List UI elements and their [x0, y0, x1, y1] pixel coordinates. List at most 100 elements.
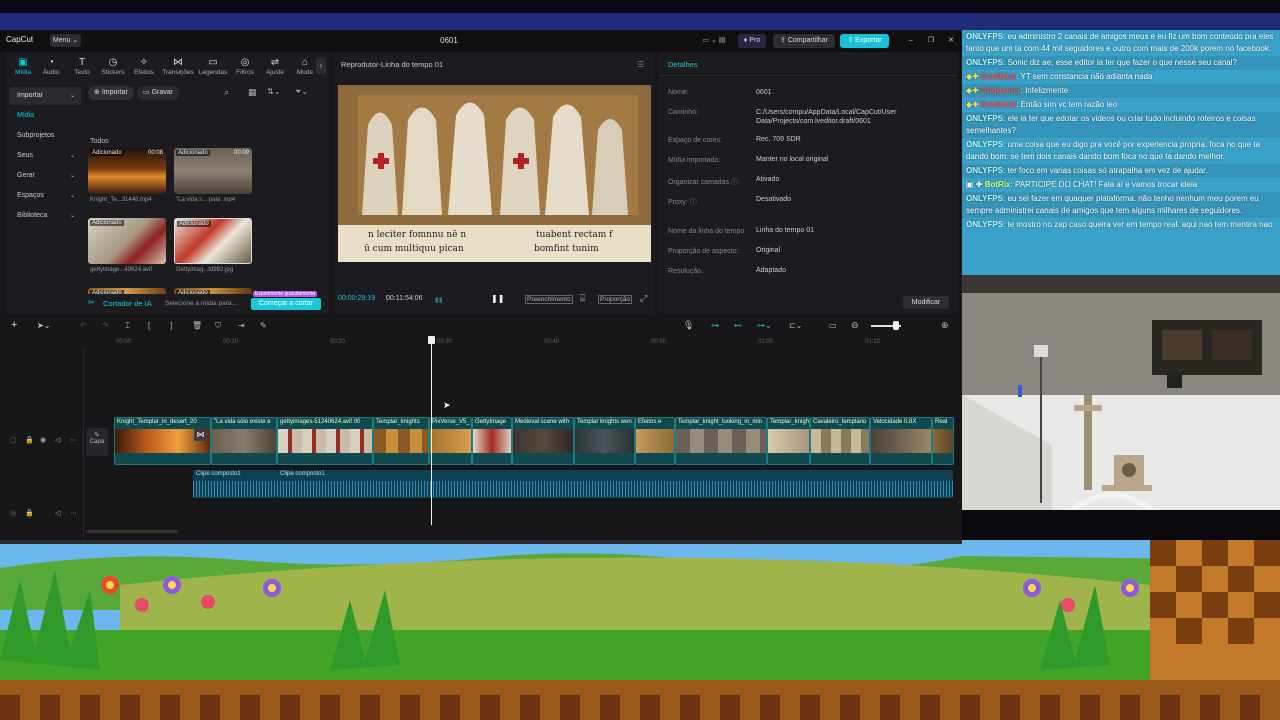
link-icon[interactable]: ⊷ — [734, 321, 742, 330]
more-icon[interactable]: ⋯ — [70, 436, 77, 444]
pause-icon[interactable]: ❚❚ — [491, 294, 504, 303]
audio-clip[interactable]: Clipe composto1 — [193, 470, 277, 498]
video-clip[interactable]: Cavaleiro_templário — [810, 417, 870, 465]
snap-icon[interactable]: ⊶⌄ — [757, 321, 772, 330]
eye-icon[interactable]: ◉ — [40, 436, 46, 444]
media-thumb-4[interactable]: Adicionado — [174, 218, 252, 264]
minimize-icon[interactable]: – — [905, 34, 917, 48]
video-clip[interactable]: Templar knights wen — [574, 417, 635, 465]
fill-button[interactable]: Preenchimento — [525, 295, 573, 304]
cover-button[interactable]: ✎ Capa — [86, 428, 108, 456]
layout-icon[interactable]: ▭ ⌄ ▤ — [694, 34, 734, 48]
chat-username: DanBatat — [981, 72, 1017, 81]
video-clip[interactable]: Efeitos e — [635, 417, 675, 465]
shield-icon[interactable]: ⛉ — [215, 321, 221, 331]
caption-toggle-icon[interactable]: ▭ — [829, 321, 837, 330]
maximize-icon[interactable]: ❐ — [925, 34, 937, 48]
timeline-scrollbar[interactable] — [86, 530, 178, 533]
start-cut-button[interactable]: Começar a cortar — [251, 298, 321, 310]
microphone-icon[interactable]: 🎙 — [683, 320, 694, 331]
zoom-slider-handle[interactable] — [893, 321, 899, 330]
menu-button[interactable]: Menu ⌄ — [50, 34, 81, 47]
tab-audio-label: Áudio — [42, 69, 60, 76]
video-clip[interactable]: Templar_knight_looking_in_min — [675, 417, 767, 465]
preview-axis-icon[interactable]: ⊏⌄ — [789, 321, 802, 330]
freeze-icon[interactable]: ⇥ — [238, 321, 245, 330]
redo-icon[interactable]: ↷ — [102, 321, 109, 330]
sidebar-item-media[interactable]: Mídia — [9, 107, 81, 125]
magnet-icon[interactable]: ⊶ — [711, 321, 719, 330]
detail-label-proxy: Proxy: ⓘ — [668, 199, 697, 206]
sidebar-item-import[interactable]: Importar ⌄ — [9, 87, 81, 105]
tab-text[interactable]: T Texto — [66, 56, 98, 82]
import-button[interactable]: ⊕ Importar — [88, 86, 134, 100]
media-thumb-1[interactable]: Adicionado 00:08 — [88, 148, 166, 194]
sort-icon[interactable]: ⇅⌄ — [267, 87, 280, 96]
video-clip[interactable]: Velocidade 0.8X — [870, 417, 932, 465]
mute-icon[interactable]: ◁ — [55, 509, 60, 517]
playhead-handle[interactable] — [428, 336, 435, 344]
fullscreen-icon[interactable]: ⤢ — [640, 293, 647, 304]
record-button[interactable]: ▭ Gravar — [137, 86, 179, 100]
video-clip[interactable]: Templar_knights — [373, 417, 429, 465]
share-button[interactable]: ⇪ Compartilhar — [773, 34, 835, 48]
video-clip[interactable]: GettyImage — [472, 417, 512, 465]
tab-filters[interactable]: ◎ Filtros — [229, 56, 261, 82]
playhead[interactable] — [431, 337, 432, 525]
delete-icon[interactable]: 🗑 — [192, 321, 202, 330]
video-clip[interactable]: Medieval scene with — [512, 417, 574, 465]
audio-clip-label: Clipe composto1 — [196, 471, 241, 477]
lock-icon[interactable]: 🔒 — [25, 509, 34, 517]
search-icon[interactable]: ⌕ — [224, 87, 229, 98]
track-select-icon[interactable]: ▢ — [10, 436, 17, 444]
video-preview[interactable]: n leciter fomnnu nē n ū cum multiquu pic… — [338, 85, 651, 262]
audio-clip[interactable]: Clipe composto1 — [277, 470, 953, 498]
export-button[interactable]: ⇧ Exportar — [840, 34, 889, 48]
media-thumb-2[interactable]: Adicionado 00:09 — [174, 148, 252, 194]
sidebar-item-spaces[interactable]: Espaços ⌄ — [9, 187, 81, 205]
filter-icon[interactable]: ⏷⌄ — [295, 87, 308, 97]
zoom-in-icon[interactable]: ⊕ — [941, 320, 949, 331]
modify-button[interactable]: Modificar — [903, 296, 949, 309]
ratio-button[interactable]: Proporção — [598, 295, 632, 304]
sidebar-item-yours[interactable]: Seus ⌄ — [9, 147, 81, 165]
video-clip[interactable]: Real — [932, 417, 954, 465]
sidebar-item-subprojects[interactable]: Subprojetos — [9, 127, 81, 145]
screenshot-icon[interactable]: ⌻ — [580, 293, 585, 304]
tab-transitions[interactable]: ⋈ Transições — [162, 56, 194, 82]
video-clip[interactable]: "La vida sólo existe e — [211, 417, 277, 465]
player-menu-icon[interactable]: ☰ — [637, 60, 644, 69]
tab-effects[interactable]: ✧ Efeitos — [128, 56, 160, 82]
select-tool-icon[interactable]: ➤⌄ — [37, 321, 50, 330]
tab-stickers[interactable]: ◷ Stickers — [97, 56, 129, 82]
mute-icon[interactable]: ◁ — [55, 436, 60, 444]
tabs-next-icon[interactable]: › — [316, 58, 326, 74]
tab-audio[interactable]: ◔ Áudio — [35, 56, 67, 82]
lock-icon[interactable]: 🔒 — [25, 436, 34, 444]
zoom-out-icon[interactable]: ⊖ — [851, 320, 859, 331]
tab-captions[interactable]: ▭ Legendas — [197, 56, 229, 82]
undo-icon[interactable]: ↶ — [80, 321, 87, 330]
pro-button[interactable]: ♦ Pro — [738, 34, 766, 48]
trim-right-icon[interactable]: ] — [170, 321, 172, 330]
trim-left-icon[interactable]: [ — [148, 321, 150, 330]
chat-username: BotRix — [984, 180, 1011, 189]
video-clip[interactable]: gettyimages-51240624.avif 00 — [277, 417, 373, 465]
sidebar-item-generate[interactable]: Gerar ⌄ — [9, 167, 81, 185]
split-icon[interactable]: ⌶ — [125, 321, 130, 331]
video-clip[interactable]: Knight_Templar_in_desert_20 — [114, 417, 211, 465]
magic-wand-icon[interactable]: ✎ — [260, 321, 267, 330]
video-clip[interactable]: Templar_knigh — [767, 417, 810, 465]
view-grid-icon[interactable]: ▦ — [248, 87, 257, 98]
video-clip[interactable]: PixVerse_V5_ — [429, 417, 472, 465]
sidebar-item-library[interactable]: Biblioteca ⌄ — [9, 207, 81, 225]
media-thumb-3[interactable]: Adicionado — [88, 218, 166, 264]
tab-adjust[interactable]: ⇌ Ajuste — [259, 56, 291, 82]
clip-frames — [513, 429, 573, 453]
clip-label: gettyimages-51240624.avif 00 — [280, 419, 361, 425]
close-icon[interactable]: ✕ — [945, 34, 957, 48]
transition-icon[interactable]: ⋈ — [194, 428, 207, 441]
clip-frames — [811, 429, 869, 453]
add-track-icon[interactable]: + — [11, 319, 17, 331]
more-icon[interactable]: ⋯ — [70, 509, 77, 517]
